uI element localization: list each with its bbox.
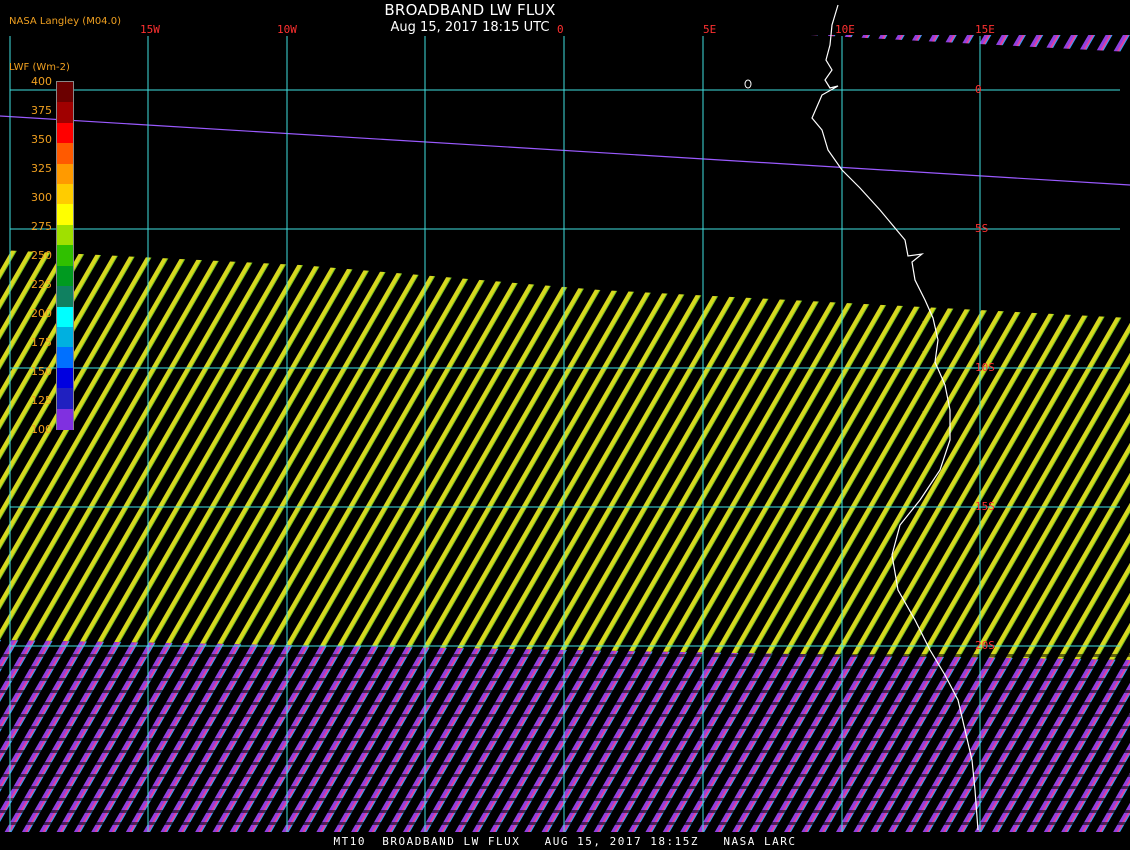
colorbar-segment	[57, 408, 73, 430]
colorbar-segment	[57, 326, 73, 348]
island	[744, 79, 752, 89]
colorbar-tick: 275	[31, 220, 52, 233]
colorbar-label: LWF (Wm-2)	[9, 62, 70, 73]
longitude-label: 10W	[277, 23, 297, 36]
colorbar-segment	[57, 163, 73, 185]
colorbar-tick: 400	[31, 75, 52, 88]
colorbar-tick: 200	[31, 307, 52, 320]
longitude-label: 0	[557, 23, 564, 36]
satellite-flux-map	[0, 4, 1130, 832]
colorbar-tick: 150	[31, 365, 52, 378]
footer-caption: MT10 BROADBAND LW FLUX AUG 15, 2017 18:1…	[333, 835, 797, 848]
colorbar-tick: 225	[31, 278, 52, 291]
orbit-track-line	[0, 115, 1130, 186]
colorbar-segment	[57, 347, 73, 369]
colorbar-segment	[57, 245, 73, 267]
latitude-label: 10S	[975, 361, 995, 374]
colorbar-segment	[57, 306, 73, 328]
colorbar-tick: 300	[31, 191, 52, 204]
flux-swath-banding	[0, 650, 1130, 832]
colorbar-segment	[57, 122, 73, 144]
longitude-label: 5E	[703, 23, 717, 36]
colorbar-segment	[57, 265, 73, 287]
colorbar-segment	[57, 388, 73, 410]
map-title: BROADBAND LW FLUX	[384, 1, 556, 19]
colorbar-segment	[57, 102, 73, 124]
latitude-label: 20S	[975, 639, 995, 652]
colorbar	[56, 81, 74, 430]
latitude-label: 0	[975, 83, 982, 96]
colorbar-segment	[57, 224, 73, 246]
colorbar-tick: 100	[31, 423, 52, 436]
colorbar-tick: 125	[31, 394, 52, 407]
longitude-label: 15E	[975, 23, 995, 36]
flux-swath-yellow	[0, 250, 1130, 660]
colorbar-segment	[57, 143, 73, 165]
colorbar-segment	[57, 204, 73, 226]
latitude-label: 5S	[975, 222, 989, 235]
longitude-label: 15W	[140, 23, 160, 36]
colorbar-tick: 325	[31, 162, 52, 175]
colorbar-segment	[57, 82, 73, 103]
colorbar-segment	[57, 367, 73, 389]
data-source: NASA Langley (M04.0)	[9, 16, 121, 27]
longitude-label: 10E	[835, 23, 855, 36]
colorbar-segment	[57, 286, 73, 308]
colorbar-tick: 250	[31, 249, 52, 262]
colorbar-segment	[57, 184, 73, 206]
colorbar-tick: 375	[31, 104, 52, 117]
flux-swath-edge	[810, 35, 1130, 52]
latitude-label: 15S	[975, 500, 995, 513]
colorbar-tick: 175	[31, 336, 52, 349]
colorbar-tick: 350	[31, 133, 52, 146]
